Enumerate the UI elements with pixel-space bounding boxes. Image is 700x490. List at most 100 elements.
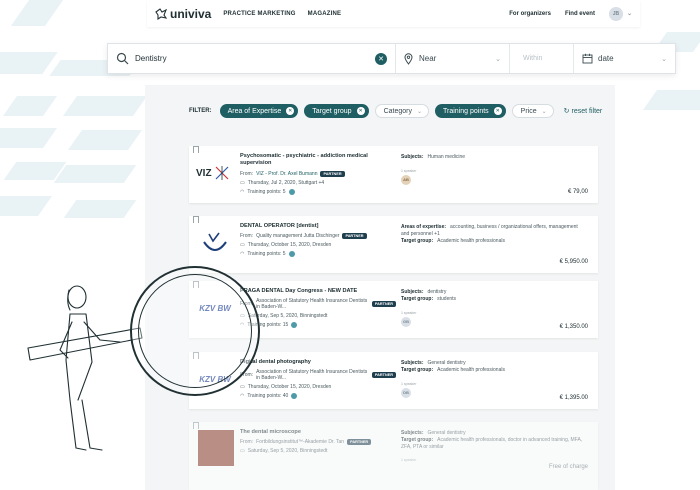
- event-date-text: Saturday, Sep 5, 2020, Binningstedt: [247, 448, 328, 455]
- reset-filter-link[interactable]: ↻ reset filter: [564, 107, 603, 116]
- search-input[interactable]: Dentistry: [135, 54, 375, 63]
- nav-link-practice-marketing[interactable]: PRACTICE MARKETING: [223, 11, 295, 17]
- close-icon[interactable]: ✕: [286, 107, 295, 115]
- filter-chip-area-of-expertise[interactable]: Area of Expertise ✕: [219, 104, 299, 118]
- speaker-label: 1 speaker: [401, 381, 417, 386]
- speaker-avatar[interactable]: AB: [401, 174, 411, 185]
- background-stripe: [67, 130, 143, 150]
- organizer-link[interactable]: Association of Statutory Health Insuranc…: [256, 298, 369, 310]
- calendar-icon: ▭: [240, 179, 245, 186]
- background-stripe: [642, 90, 700, 110]
- chevron-down-icon[interactable]: ⌄: [627, 10, 632, 17]
- meta-line: Subjects: General dentistry: [401, 430, 587, 437]
- event-date-text: Thursday, October 15, 2020, Dresden: [247, 384, 332, 391]
- event-title[interactable]: The dental microscope: [240, 429, 396, 436]
- reset-filter-label: reset filter: [571, 107, 603, 115]
- background-stripe: [53, 165, 137, 183]
- speaker-label: 1 speaker: [401, 310, 417, 315]
- meta-value: dentistry: [427, 289, 447, 295]
- meta-key: Subjects:: [401, 360, 424, 366]
- bookmark-icon[interactable]: [193, 146, 199, 153]
- organizer-logo: VIZ: [196, 157, 234, 189]
- background-stripe: [0, 128, 58, 148]
- filter-chip-target-group[interactable]: Target group ✕: [304, 104, 369, 118]
- meta-line: Subjects: General dentistry: [401, 360, 587, 367]
- within-radius-field[interactable]: Within: [510, 44, 574, 73]
- partner-badge: PARTNER: [347, 439, 372, 446]
- organizer-logo: [196, 227, 234, 259]
- calendar-icon: [582, 53, 593, 64]
- event-card[interactable]: DENTAL OPERATOR [dentist] From: Quality …: [189, 216, 598, 273]
- event-date: ▭ Thursday, October 15, 2020, Dresden: [240, 384, 396, 390]
- date-input[interactable]: date: [598, 54, 661, 63]
- chevron-down-icon[interactable]: ⌄: [495, 55, 501, 63]
- organizer-link[interactable]: Fortbildungsinstitut™-Akademie Dr. Tan: [256, 439, 344, 445]
- meta-key: Target group:: [401, 366, 434, 373]
- meta-line: Subjects: Human medicine: [401, 154, 587, 161]
- bookmark-icon[interactable]: [193, 216, 199, 223]
- close-icon[interactable]: ✕: [356, 107, 365, 115]
- nav-link-for-organizers[interactable]: For organizers: [509, 11, 551, 17]
- within-input[interactable]: Within: [523, 55, 542, 62]
- date-field[interactable]: date ⌄: [574, 44, 675, 73]
- calendar-icon: ▭: [240, 384, 245, 391]
- organizer-link[interactable]: Quality management Jutta Dischinger: [256, 233, 339, 239]
- meta-line: Subjects: dentistry: [401, 289, 587, 296]
- event-organizer: From: Association of Statutory Health In…: [240, 369, 396, 381]
- speaker-avatar[interactable]: GB: [401, 316, 411, 327]
- chevron-down-icon[interactable]: ⌄: [661, 55, 667, 63]
- event-price: € 5,950.00: [559, 259, 588, 265]
- chip-label: Target group: [312, 107, 352, 115]
- from-label: From:: [240, 170, 254, 177]
- event-organizer: From: Association of Statutory Health In…: [240, 298, 396, 310]
- nav-link-magazine[interactable]: MAGAZINE: [308, 11, 342, 17]
- speaker-avatar[interactable]: DB: [401, 387, 411, 398]
- from-label: From:: [240, 233, 254, 240]
- meta-value: General dentistry: [427, 360, 466, 366]
- near-input[interactable]: Near: [419, 54, 495, 63]
- partner-badge: PARTNER: [371, 301, 396, 308]
- logo[interactable]: univiva: [155, 7, 211, 21]
- close-icon[interactable]: ✕: [493, 107, 502, 115]
- event-date: ▭ Thursday, Jul 2, 2020, Stuttgart +4: [240, 180, 396, 186]
- calendar-icon: ▭: [240, 242, 245, 249]
- event-card[interactable]: VIZ Psychosomatic - psychiatric - addict…: [189, 146, 598, 203]
- near-location-field[interactable]: Near ⌄: [396, 44, 510, 73]
- meta-line: Target group: Academic health professiona…: [401, 238, 587, 245]
- user-avatar[interactable]: JB: [608, 6, 623, 21]
- chevron-down-icon: ⌄: [416, 108, 423, 115]
- filter-chip-training-points[interactable]: Training points ✕: [435, 104, 506, 118]
- clear-search-button[interactable]: ✕: [375, 52, 387, 65]
- quality-management-logo-icon: [203, 232, 227, 251]
- chip-label: Training points: [443, 107, 489, 115]
- partner-badge: PARTNER: [320, 170, 345, 177]
- filter-chip-price[interactable]: Price ⌄: [511, 104, 554, 118]
- event-title[interactable]: DENTAL OPERATOR [dentist]: [240, 223, 396, 230]
- event-points: ◠ Training points: 5: [240, 251, 396, 258]
- headset-icon: ◠: [240, 393, 245, 400]
- event-card[interactable]: The dental microscope From: Fortbildungs…: [189, 422, 598, 490]
- meta-key: Areas of expertise:: [401, 224, 447, 230]
- viz-logo-icon: [215, 166, 228, 180]
- event-points-text: Training points: 5: [247, 188, 286, 195]
- nav-link-find-event[interactable]: Find event: [565, 11, 595, 17]
- organizer-link[interactable]: VIZ - Prof. Dr. Axel Bumann: [256, 171, 317, 177]
- background-stripe: [2, 96, 58, 116]
- organizer-link[interactable]: Association of Statutory Health Insuranc…: [256, 369, 369, 381]
- search-query-field[interactable]: Dentistry ✕: [108, 44, 396, 73]
- event-points: ◠ Training points: 40: [240, 393, 396, 400]
- check-icon: [288, 251, 295, 258]
- event-title[interactable]: Digital dental photography: [240, 359, 396, 366]
- speaker-label: 1 speaker: [401, 168, 417, 173]
- event-price: € 1,350.00: [559, 324, 588, 330]
- event-date-text: Saturday, Sep 5, 2020, Binningstedt: [247, 313, 328, 320]
- filter-chip-category[interactable]: Category ⌄: [374, 104, 430, 118]
- event-title[interactable]: PRAGA DENTAL Day Congress - NEW DATE: [240, 288, 396, 295]
- meta-key: Subjects:: [401, 154, 424, 160]
- speaker-label: 1 speaker: [401, 458, 417, 463]
- meta-key: Target group:: [401, 436, 434, 443]
- calendar-icon: ▭: [240, 448, 245, 455]
- event-title[interactable]: Psychosomatic - psychiatric - addiction …: [240, 153, 396, 168]
- meta-line: Target group: Academic health professiona…: [401, 367, 587, 374]
- headset-icon: ◠: [240, 251, 245, 258]
